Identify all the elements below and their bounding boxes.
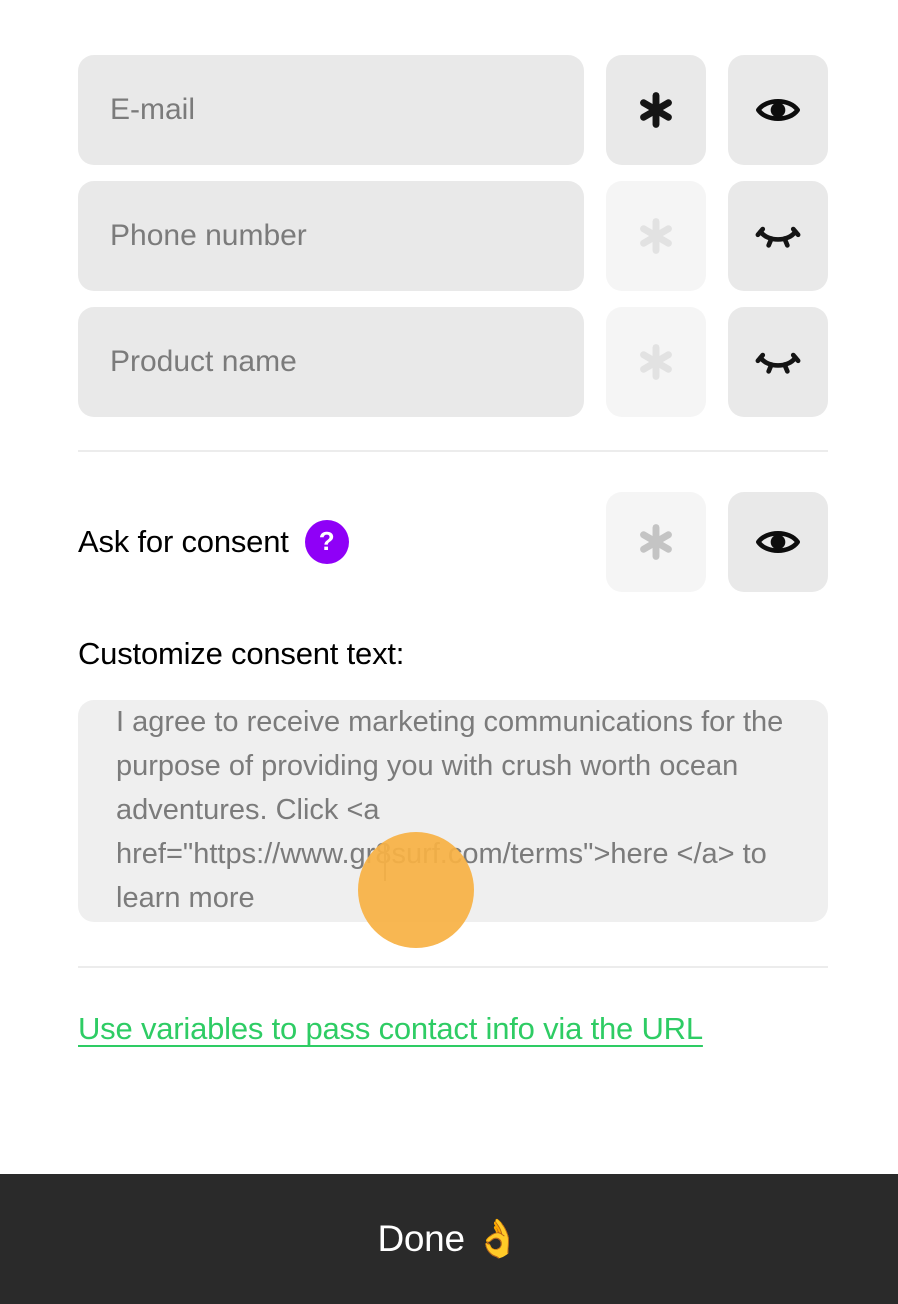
done-button[interactable]: Done 👌: [0, 1174, 898, 1304]
asterisk-icon: [633, 87, 679, 133]
asterisk-icon: [633, 339, 679, 385]
visibility-toggle-product[interactable]: [728, 307, 828, 417]
email-field[interactable]: [78, 55, 584, 165]
text-caret: [384, 843, 386, 881]
consent-text-input[interactable]: [78, 700, 828, 922]
eye-open-icon: [753, 517, 803, 567]
required-toggle-product[interactable]: [606, 307, 706, 417]
done-button-label: Done 👌: [377, 1217, 521, 1259]
field-row-phone: [78, 181, 828, 291]
question-mark-icon[interactable]: ?: [304, 520, 349, 564]
section-divider-bottom: [78, 966, 828, 968]
eye-open-icon: [753, 85, 803, 135]
eye-closed-icon: [752, 336, 804, 388]
section-divider-top: [78, 450, 828, 452]
eye-closed-icon: [752, 210, 804, 262]
asterisk-icon: [633, 213, 679, 259]
asterisk-icon: [633, 519, 679, 565]
consent-label: Ask for consent: [78, 524, 289, 559]
use-variables-link[interactable]: Use variables to pass contact info via t…: [78, 1011, 703, 1047]
required-toggle-consent[interactable]: [606, 492, 706, 592]
product-name-field[interactable]: [78, 307, 584, 417]
required-toggle-email[interactable]: [606, 55, 706, 165]
visibility-toggle-phone[interactable]: [728, 181, 828, 291]
form-fields-list: [78, 55, 828, 433]
visibility-toggle-email[interactable]: [728, 55, 828, 165]
customize-consent-title: Customize consent text:: [78, 636, 405, 671]
visibility-toggle-consent[interactable]: [728, 492, 828, 592]
settings-panel: Ask for consent ?: [0, 0, 898, 1304]
field-row-email: [78, 55, 828, 165]
required-toggle-phone[interactable]: [606, 181, 706, 291]
ask-for-consent-row: Ask for consent ?: [78, 492, 828, 592]
field-row-product: [78, 307, 828, 417]
consent-label-group: Ask for consent ?: [78, 520, 606, 564]
phone-field[interactable]: [78, 181, 584, 291]
